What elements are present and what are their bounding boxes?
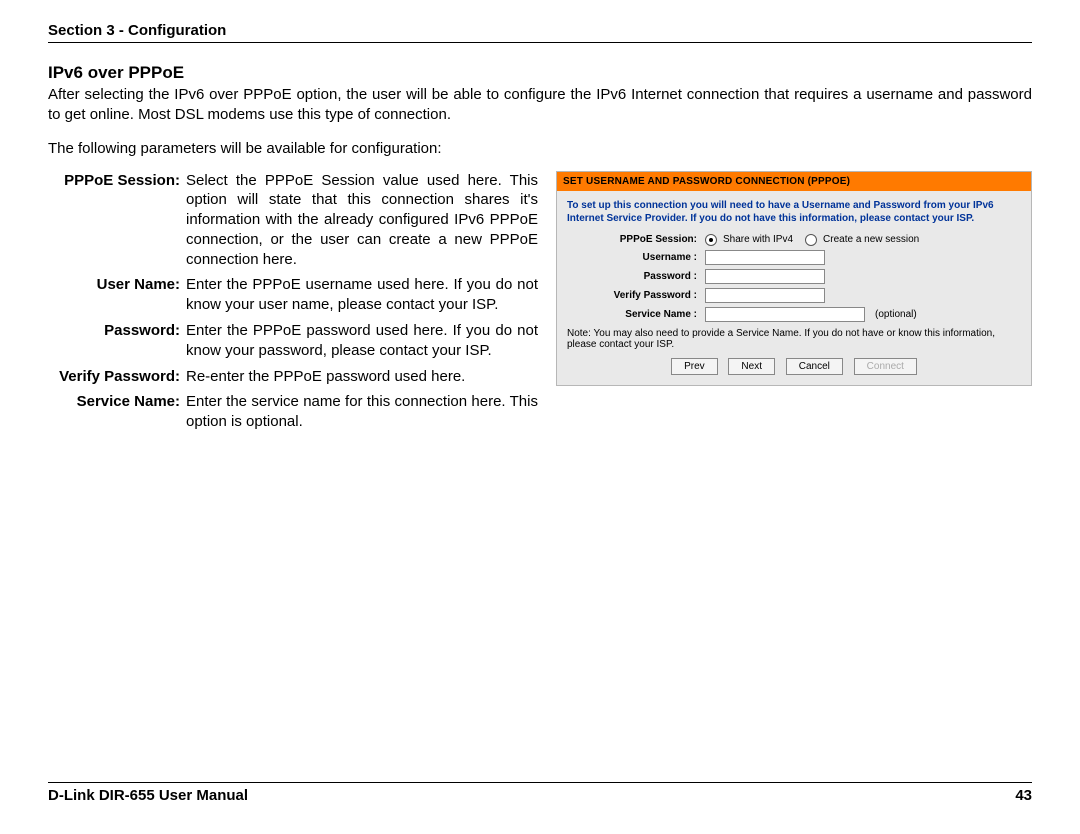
sub-paragraph: The following parameters will be availab… <box>48 140 1032 157</box>
cancel-button[interactable]: Cancel <box>786 358 843 375</box>
def-row: Password: Enter the PPPoE password used … <box>48 321 538 361</box>
def-desc: Select the PPPoE Session value used here… <box>186 171 538 270</box>
service-name-input[interactable] <box>705 307 865 322</box>
optional-text: (optional) <box>875 309 917 320</box>
section-header: Section 3 - Configuration <box>48 22 1032 43</box>
form-row-password: Password : <box>567 269 1021 284</box>
pppoe-panel: SET USERNAME AND PASSWORD CONNECTION (PP… <box>556 171 1032 386</box>
prev-button[interactable]: Prev <box>671 358 718 375</box>
session-opt2-text: Create a new session <box>823 234 919 245</box>
form-row-verify: Verify Password : <box>567 288 1021 303</box>
session-radio-new[interactable] <box>805 234 817 246</box>
def-row: PPPoE Session: Select the PPPoE Session … <box>48 171 538 270</box>
password-input[interactable] <box>705 269 825 284</box>
panel-footnote: Note: You may also need to provide a Ser… <box>567 328 1021 350</box>
session-opt1-text: Share with IPv4 <box>723 234 793 245</box>
verify-label: Verify Password : <box>567 290 705 301</box>
def-row: Service Name: Enter the service name for… <box>48 392 538 432</box>
def-desc: Enter the PPPoE username used here. If y… <box>186 275 538 315</box>
session-radio-share[interactable] <box>705 234 717 246</box>
panel-note: To set up this connection you will need … <box>567 199 1021 226</box>
form-row-session: PPPoE Session: Share with IPv4 Create a … <box>567 234 1021 246</box>
panel-title-bar: SET USERNAME AND PASSWORD CONNECTION (PP… <box>557 172 1031 191</box>
form-row-service: Service Name : (optional) <box>567 307 1021 322</box>
intro-paragraph: After selecting the IPv6 over PPPoE opti… <box>48 85 1032 126</box>
connect-button: Connect <box>854 358 917 375</box>
def-row: Verify Password: Re-enter the PPPoE pass… <box>48 367 538 387</box>
button-row: Prev Next Cancel Connect <box>567 358 1021 375</box>
footer-left: D-Link DIR-655 User Manual <box>48 787 248 804</box>
next-button[interactable]: Next <box>728 358 775 375</box>
page-footer: D-Link DIR-655 User Manual 43 <box>48 782 1032 804</box>
service-label: Service Name : <box>567 309 705 320</box>
def-term: Verify Password: <box>48 367 186 387</box>
def-desc: Enter the service name for this connecti… <box>186 392 538 432</box>
def-desc: Enter the PPPoE password used here. If y… <box>186 321 538 361</box>
def-term: User Name: <box>48 275 186 315</box>
session-label: PPPoE Session: <box>567 234 705 245</box>
definitions-list: PPPoE Session: Select the PPPoE Session … <box>48 171 538 439</box>
username-input[interactable] <box>705 250 825 265</box>
username-label: Username : <box>567 252 705 263</box>
password-label: Password : <box>567 271 705 282</box>
def-row: User Name: Enter the PPPoE username used… <box>48 275 538 315</box>
form-row-username: Username : <box>567 250 1021 265</box>
verify-password-input[interactable] <box>705 288 825 303</box>
def-term: Password: <box>48 321 186 361</box>
def-desc: Re-enter the PPPoE password used here. <box>186 367 538 387</box>
def-term: Service Name: <box>48 392 186 432</box>
def-term: PPPoE Session: <box>48 171 186 270</box>
page-title: IPv6 over PPPoE <box>48 63 1032 83</box>
footer-page-number: 43 <box>1015 787 1032 804</box>
